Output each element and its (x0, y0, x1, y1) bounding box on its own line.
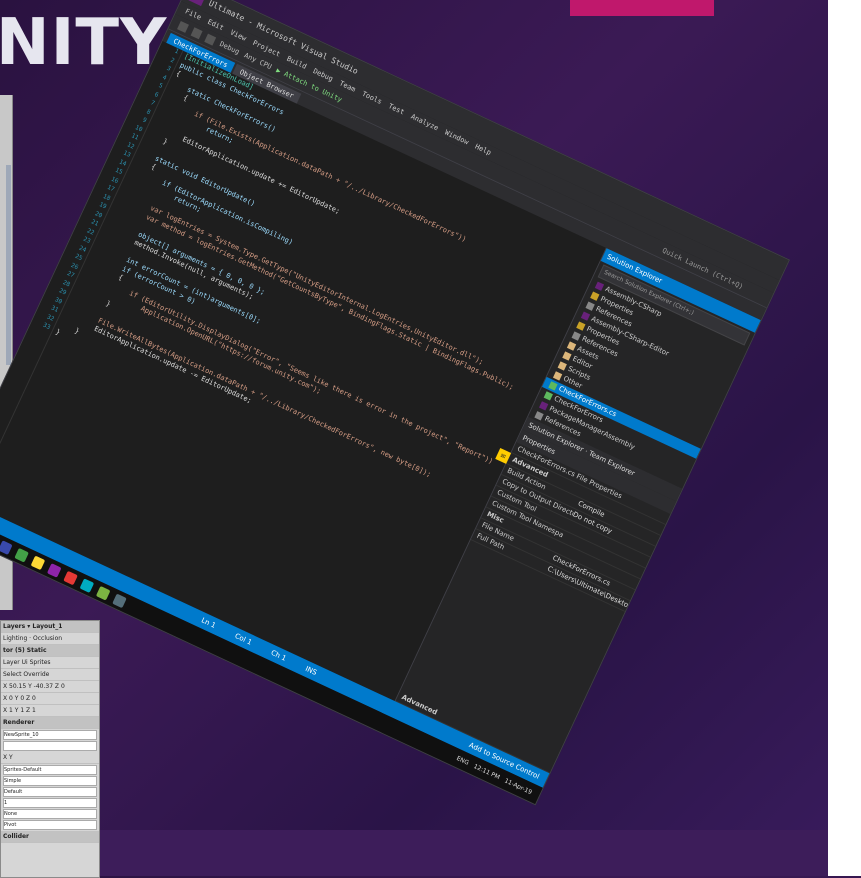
tree-node-icon (595, 281, 605, 291)
transform-rotation[interactable]: X 0 Y 0 Z 0 (1, 693, 99, 705)
inspector-toolbar[interactable]: Layers ▾ Layout_1 (1, 621, 99, 633)
back-icon[interactable] (177, 20, 190, 33)
unity-scrollbar[interactable] (6, 165, 11, 365)
mask-field[interactable]: None (3, 809, 97, 819)
inspector-component-header: tor (5) Static (1, 645, 99, 657)
right-edge-strip (828, 0, 861, 876)
tree-node-icon (562, 350, 572, 361)
taskbar-app-icon[interactable] (0, 539, 13, 555)
material-field[interactable]: Sprites-Default (3, 765, 97, 775)
sorting-layer-field[interactable]: Default (3, 787, 97, 797)
draw-mode-field[interactable]: Simple (3, 776, 97, 786)
color-field[interactable] (3, 741, 97, 751)
transform-scale[interactable]: X 1 Y 1 Z 1 (1, 705, 99, 717)
tree-node-icon (581, 311, 591, 321)
taskbar-app-icon[interactable] (112, 593, 128, 608)
flip-toggles[interactable]: X Y (1, 752, 99, 764)
tree-node-icon (571, 330, 582, 341)
slide-title: NITY (0, 6, 168, 80)
order-field[interactable]: 1 (3, 798, 97, 808)
sprite-renderer-header[interactable]: Renderer (1, 717, 99, 729)
transform-position[interactable]: X 50.15 Y -40.37 Z 0 (1, 681, 99, 693)
taskbar-app-icon[interactable] (14, 547, 30, 563)
language-indicator[interactable]: ENG (455, 755, 470, 767)
tree-node-icon (543, 390, 554, 401)
tree-node-icon (590, 291, 600, 301)
bottom-band (0, 830, 828, 876)
tree-node-icon (548, 380, 558, 391)
sort-point-field[interactable]: Pivot (3, 820, 97, 830)
status-line: Ln 1 (199, 616, 217, 630)
inspector-select-row[interactable]: Select Override (1, 669, 99, 681)
taskbar-app-icon[interactable] (30, 555, 46, 570)
unity-inspector-panel: Layers ▾ Layout_1 Lighting · Occlusion t… (0, 620, 100, 878)
accent-bar (570, 0, 714, 16)
tree-node-icon (576, 321, 586, 331)
forward-icon[interactable] (190, 26, 203, 39)
vs-body: 1 2 3 4 5 6 7 8 9 10 11 12 13 14 15 16 17 18 19 20 21 22 23 24 2… (0, 41, 761, 774)
collider-header[interactable]: Collider (1, 831, 99, 843)
tree-node-icon (585, 301, 596, 311)
inspector-layer-row[interactable]: Layer Ui Sprites (1, 657, 99, 669)
taskbar-app-icon[interactable] (47, 562, 62, 578)
inspector-tabs[interactable]: Lighting · Occlusion (1, 633, 99, 645)
tree-node-icon (567, 340, 577, 351)
sprite-field[interactable]: NewSprite_10 (3, 730, 97, 740)
taskbar-app-icon[interactable] (63, 570, 79, 585)
taskbar-app-icon[interactable] (79, 577, 95, 593)
tree-node-icon (534, 410, 544, 421)
visual-studio-window: ∞ Ultimate - Microsoft Visual Studio Fil… (0, 0, 790, 806)
tree-node-icon (557, 360, 568, 371)
tree-node-icon (553, 370, 563, 381)
status-ins: INS (304, 664, 319, 678)
status-ch: Ch 1 (269, 648, 288, 663)
save-icon[interactable] (204, 33, 217, 46)
tree-node-icon (539, 400, 549, 411)
taskbar-app-icon[interactable] (96, 585, 111, 601)
